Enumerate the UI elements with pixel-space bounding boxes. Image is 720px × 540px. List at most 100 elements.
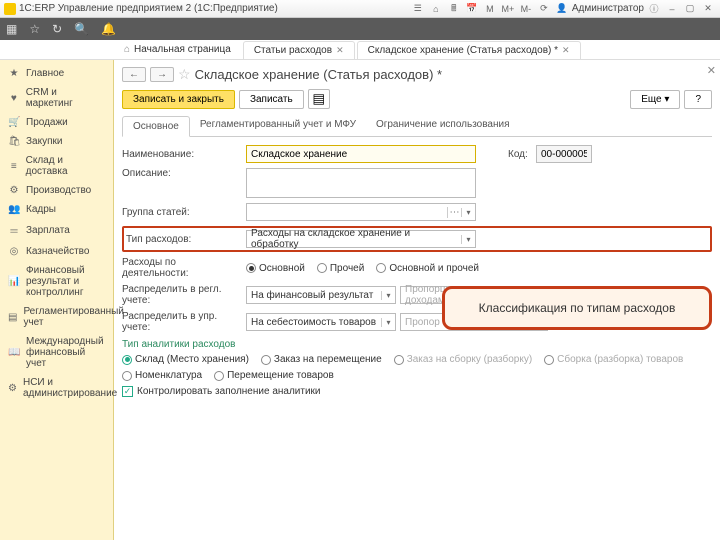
group-select[interactable]: ⋯▾ — [246, 203, 476, 221]
sidebar-item-label: Регламентированный учет — [23, 306, 123, 328]
sidebar-item-production[interactable]: ⚙Производство — [2, 181, 111, 200]
radio-warehouse[interactable]: Склад (Место хранения) — [122, 354, 249, 365]
radio-both[interactable]: Основной и прочей — [376, 263, 479, 274]
app-icon — [4, 3, 16, 15]
sidebar-item-label: Финансовый результат и контроллинг — [26, 265, 105, 298]
distr-reg-label: Распределить в регл. учете: — [122, 284, 242, 306]
tool-icon[interactable]: 🖩 — [446, 2, 462, 16]
tool-icon[interactable]: ☰ — [410, 2, 426, 16]
close-icon[interactable]: ✕ — [336, 45, 344, 56]
tab-warehouse-storage[interactable]: Складское хранение (Статья расходов) * ✕ — [357, 41, 581, 59]
minimize-icon[interactable]: – — [664, 2, 680, 16]
radio-assembly-order[interactable]: Заказ на сборку (разборку) — [394, 354, 532, 365]
page-title: Складское хранение (Статья расходов) * — [195, 67, 443, 82]
sidebar-item-intaccount[interactable]: 📖Международный финансовый учет — [2, 332, 111, 373]
tool-icon[interactable]: M+ — [500, 2, 516, 16]
more-button[interactable]: Еще ▾ — [630, 90, 680, 109]
callout-text: Классификация по типам расходов — [479, 301, 676, 315]
home-icon: ⌂ — [124, 44, 130, 55]
tool-icon[interactable]: ⌂ — [428, 2, 444, 16]
sidebar-item-treasury[interactable]: ◎Казначейство — [2, 242, 111, 261]
sidebar-item-finresult[interactable]: 📊Финансовый результат и контроллинг — [2, 261, 111, 302]
maximize-icon[interactable]: ▢ — [682, 2, 698, 16]
sidebar-item-label: Казначейство — [26, 246, 89, 257]
close-icon[interactable]: ✕ — [707, 64, 716, 77]
code-label: Код: — [508, 149, 532, 160]
radio-assembly[interactable]: Сборка (разборка) товаров — [544, 354, 683, 365]
home-tab[interactable]: ⌂ Начальная страница — [114, 41, 241, 58]
close-icon[interactable]: ✕ — [700, 2, 716, 16]
tool-icon[interactable]: ⓘ — [646, 2, 662, 16]
sidebar-item-warehouse[interactable]: ≡Склад и доставка — [2, 151, 111, 181]
document-tabs: ⌂ Начальная страница Статьи расходов ✕ С… — [0, 40, 720, 60]
annotation-callout: Классификация по типам расходов — [442, 286, 712, 330]
sidebar-item-regaccount[interactable]: ▤Регламентированный учет — [2, 302, 111, 332]
sidebar-item-label: Производство — [26, 185, 91, 196]
window-titlebar: 1С:ERP Управление предприятием 2 (1С:Пре… — [0, 0, 720, 18]
tool-icon[interactable]: ⟳ — [536, 2, 552, 16]
sidebar-item-crm[interactable]: ♥CRM и маркетинг — [2, 83, 111, 113]
sidebar-item-label: Зарплата — [26, 225, 70, 236]
type-label: Тип расходов: — [126, 234, 242, 245]
window-title: 1С:ERP Управление предприятием 2 (1С:Пре… — [19, 3, 278, 14]
radio-transfer[interactable]: Перемещение товаров — [214, 370, 334, 381]
content-area: ✕ ← → ☆ Складское хранение (Статья расхо… — [114, 60, 720, 540]
code-input[interactable] — [536, 145, 592, 163]
tab-label: Складское хранение (Статья расходов) * — [368, 45, 558, 56]
select-value: Расходы на складское хранение и обработк… — [247, 228, 461, 250]
sidebar-item-label: Закупки — [26, 136, 62, 147]
subtab-reg[interactable]: Регламентированный учет и МФУ — [190, 115, 366, 136]
back-button[interactable]: ← — [122, 67, 146, 82]
star-icon[interactable]: ☆ — [29, 22, 40, 36]
analytics-head: Тип аналитики расходов — [122, 339, 712, 350]
save-close-button[interactable]: Записать и закрыть — [122, 90, 235, 109]
tool-icon[interactable]: 📅 — [464, 2, 480, 16]
sidebar: ★Главное ♥CRM и маркетинг 🛒Продажи 🛍Заку… — [0, 60, 114, 540]
sidebar-item-hr[interactable]: 👥Кадры — [2, 200, 111, 219]
distr-upr-select[interactable]: На себестоимость товаров▾ — [246, 313, 396, 331]
apps-icon[interactable]: ▦ — [6, 22, 17, 36]
sidebar-item-nsi[interactable]: ⚙НСИ и администрирование — [2, 373, 111, 403]
tool-icon[interactable]: 👤 — [554, 2, 570, 16]
help-button[interactable]: ? — [684, 90, 712, 109]
radio-nomenclature[interactable]: Номенклатура — [122, 370, 202, 381]
sidebar-item-label: Продажи — [26, 117, 68, 128]
radio-transfer-order[interactable]: Заказ на перемещение — [261, 354, 382, 365]
group-label: Группа статей: — [122, 207, 242, 218]
subtab-main[interactable]: Основное — [122, 116, 190, 137]
favorite-icon[interactable]: ☆ — [178, 66, 191, 83]
radio-other[interactable]: Прочей — [317, 263, 364, 274]
sidebar-item-main[interactable]: ★Главное — [2, 64, 111, 83]
search-icon[interactable]: 🔍 — [74, 22, 89, 36]
expense-type-select[interactable]: Расходы на складское хранение и обработк… — [246, 230, 476, 248]
sidebar-item-sales[interactable]: 🛒Продажи — [2, 113, 111, 132]
tab-label: Статьи расходов — [254, 45, 332, 56]
sidebar-item-label: НСИ и администрирование — [23, 377, 117, 399]
tab-expense-items[interactable]: Статьи расходов ✕ — [243, 41, 355, 59]
distr-reg-select[interactable]: На финансовый результат▾ — [246, 286, 396, 304]
bell-icon[interactable]: 🔔 — [101, 22, 116, 36]
sidebar-item-label: Главное — [26, 68, 64, 79]
sidebar-item-salary[interactable]: ＝Зарплата — [2, 219, 111, 242]
user-label: Администратор — [572, 3, 644, 14]
subtab-restrict[interactable]: Ограничение использования — [366, 115, 520, 136]
sidebar-item-purchases[interactable]: 🛍Закупки — [2, 132, 111, 151]
distr-upr-label: Распределить в упр. учете: — [122, 311, 242, 333]
tool-icon[interactable]: M- — [518, 2, 534, 16]
close-icon[interactable]: ✕ — [562, 45, 570, 56]
tab-label: Начальная страница — [134, 44, 231, 55]
control-checkbox[interactable]: ✓Контролировать заполнение аналитики — [122, 386, 321, 397]
tool-icon[interactable]: M — [482, 2, 498, 16]
forward-button[interactable]: → — [150, 67, 174, 82]
desc-input[interactable] — [246, 168, 476, 198]
sidebar-item-label: Международный финансовый учет — [26, 336, 105, 369]
history-icon[interactable]: ↻ — [52, 22, 62, 36]
sidebar-item-label: CRM и маркетинг — [26, 87, 105, 109]
save-button[interactable]: Записать — [239, 90, 304, 109]
sidebar-item-label: Кадры — [26, 204, 56, 215]
name-input[interactable] — [246, 145, 476, 163]
sidebar-item-label: Склад и доставка — [26, 155, 105, 177]
main-toolbar: ▦ ☆ ↻ 🔍 🔔 — [0, 18, 720, 40]
radio-main[interactable]: Основной — [246, 263, 305, 274]
doc-icon-button[interactable]: ▤ — [308, 89, 330, 109]
